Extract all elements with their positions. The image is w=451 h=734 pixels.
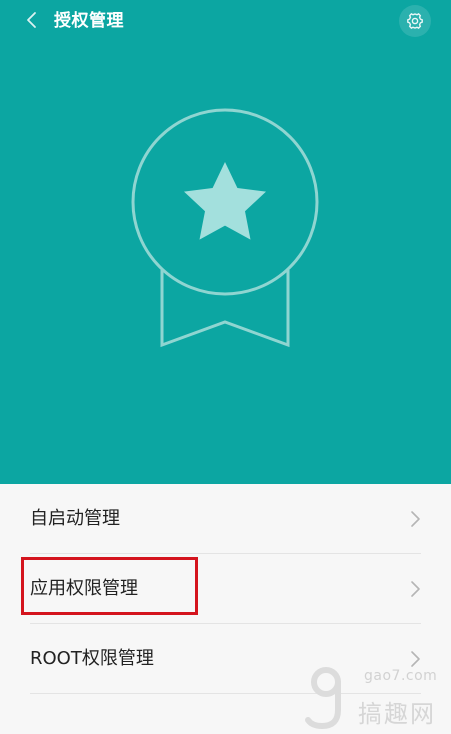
highlight-box [21,557,198,615]
list-item-label: 自启动管理 [30,508,120,529]
list-item-autostart[interactable]: 自启动管理 [0,484,451,554]
chevron-right-icon [411,511,420,527]
top-bar: 授权管理 [0,0,451,44]
watermark-logo-icon [305,667,341,730]
chevron-left-icon[interactable] [22,8,42,32]
list-item-label: ROOT权限管理 [30,648,154,669]
header-banner: 授权管理 [0,0,451,484]
chevron-right-icon [411,581,420,597]
watermark-name: 搞趣网 [358,700,436,728]
watermark-domain: gao7.com [364,668,438,684]
settings-button[interactable] [399,5,431,37]
page-title: 授权管理 [54,11,124,31]
watermark: gao7.com 搞趣网 [300,660,451,734]
gear-icon [407,13,423,29]
award-star-icon [131,108,319,348]
